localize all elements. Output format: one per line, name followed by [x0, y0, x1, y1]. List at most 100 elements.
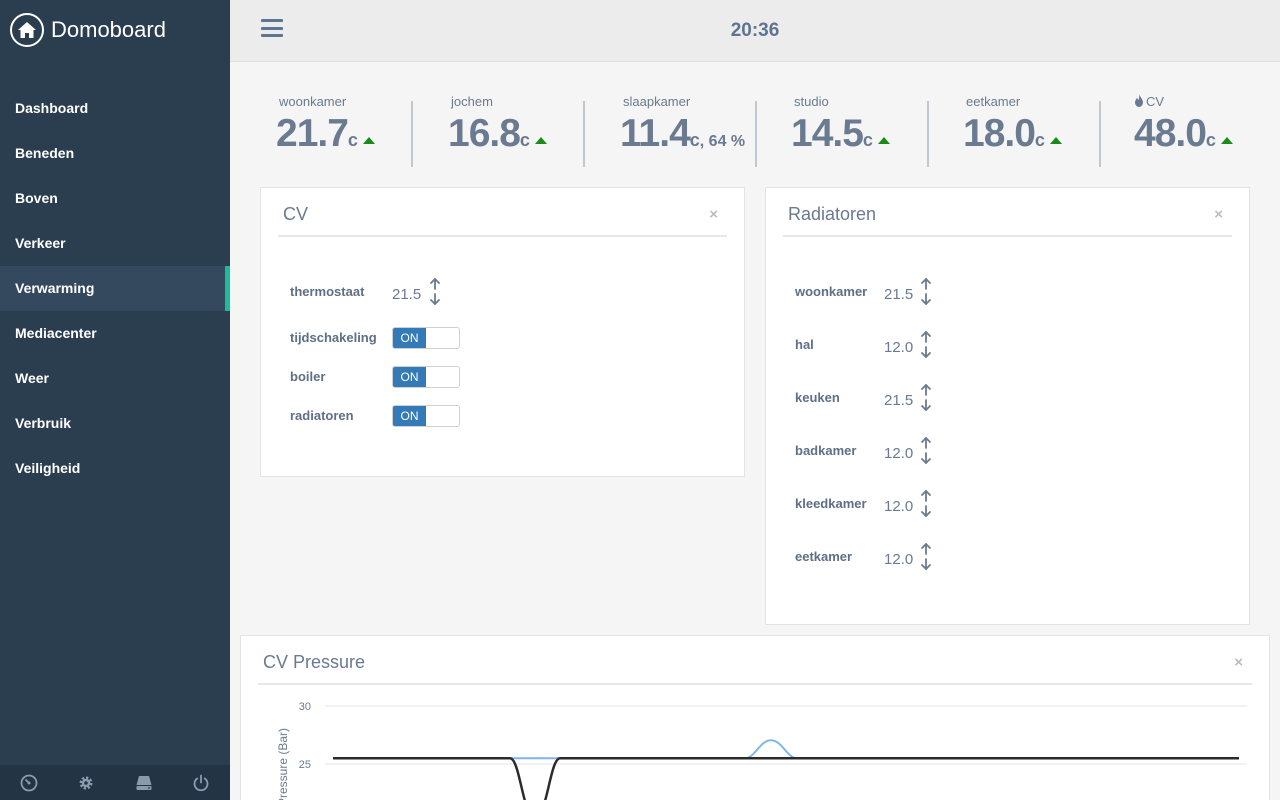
divider [755, 101, 757, 167]
divider [927, 101, 929, 167]
temp-name-wrap: CV [1134, 94, 1164, 109]
sidebar-item-verbruik[interactable]: Verbruik [0, 401, 230, 446]
sidebar: Domoboard Dashboard Beneden Boven Verkee… [0, 0, 230, 800]
toggle-boiler[interactable]: ON [392, 366, 460, 388]
drive-button[interactable] [115, 765, 173, 800]
radiator-stepper[interactable] [919, 489, 933, 519]
sidebar-item-label: Beneden [15, 145, 75, 161]
temp-value: 14.5 [791, 112, 864, 155]
close-icon[interactable]: × [1214, 206, 1223, 223]
sidebar-item-boven[interactable]: Boven [0, 176, 230, 221]
switch-label-tijdschakeling: tijdschakeling [290, 330, 377, 345]
arrow-up-icon [921, 542, 931, 555]
temp-unit: c [347, 130, 358, 150]
temp-unit: c [862, 130, 873, 150]
radiator-label: woonkamer [795, 284, 868, 299]
clock: 20:36 [730, 20, 780, 41]
temp-value: 48.0 [1134, 112, 1207, 155]
panel-title: CV Pressure [263, 652, 366, 672]
series-line-blue [333, 739, 1239, 760]
temp-unit: c [689, 130, 700, 150]
sidebar-item-label: Verbruik [15, 415, 72, 431]
temp-reading: 16.8c [448, 112, 547, 156]
thermostat-label: thermostaat [290, 284, 365, 299]
temp-widget-studio: studio 14.5c [791, 86, 963, 166]
radiator-label: keuken [795, 390, 840, 405]
divider [1099, 101, 1101, 167]
sidebar-item-label: Dashboard [15, 100, 89, 116]
arrow-up-icon [921, 277, 931, 290]
temp-widget-jochem: jochem 16.8c [448, 86, 620, 166]
radiator-value: 21.5 [884, 286, 914, 303]
flame-icon [1135, 94, 1143, 107]
toggle-radiatoren[interactable]: ON [392, 405, 460, 427]
sidebar-item-dashboard[interactable]: Dashboard [0, 86, 230, 131]
temp-name: woonkamer [279, 94, 347, 109]
arrow-down-icon [430, 293, 440, 306]
temp-reading: 14.5c [791, 112, 890, 156]
y-tick-label: 25 [299, 759, 311, 771]
radiator-value: 12.0 [884, 445, 914, 462]
sidebar-item-label: Veiligheid [15, 460, 81, 476]
trend-up-icon [1049, 137, 1062, 144]
switch-label-radiatoren: radiatoren [290, 408, 354, 423]
temp-value: 11.4 [620, 112, 691, 155]
gauge-button[interactable] [0, 765, 58, 800]
close-icon[interactable]: × [709, 206, 718, 223]
cv-pressure-panel: CV Pressure × Pressure (Bar) 30 25 [240, 635, 1270, 800]
switch-label-boiler: boiler [290, 369, 326, 384]
temp-name: eetkamer [966, 94, 1021, 109]
radiator-stepper[interactable] [919, 277, 933, 307]
temp-widget-eetkamer: eetkamer 18.0c [963, 86, 1135, 166]
toggle-tijdschakeling[interactable]: ON [392, 327, 460, 349]
radiatoren-panel: Radiatoren × woonkamer 21.5 hal 12.0 keuken 2… [765, 187, 1250, 625]
toggle-state: ON [393, 367, 426, 387]
trend-up-icon [362, 137, 375, 144]
radiator-stepper[interactable] [919, 542, 933, 572]
temp-reading: 18.0c [963, 112, 1062, 156]
sidebar-item-label: Verwarming [15, 280, 95, 296]
sidebar-item-label: Boven [15, 190, 58, 206]
brand[interactable]: Domoboard [10, 12, 166, 48]
thermostat-stepper[interactable] [428, 277, 442, 307]
power-icon [193, 774, 209, 791]
arrow-up-icon [921, 330, 931, 343]
temp-value: 21.7 [276, 112, 349, 155]
sidebar-item-veiligheid[interactable]: Veiligheid [0, 446, 230, 491]
power-button[interactable] [173, 765, 231, 800]
arrow-down-icon [921, 452, 931, 465]
humidity-value: , 64 % [699, 133, 746, 150]
toggle-state: ON [393, 406, 426, 426]
arrow-down-icon [921, 399, 931, 412]
radiator-label: hal [795, 337, 814, 352]
panel-title: CV [283, 204, 309, 224]
close-icon[interactable]: × [1234, 654, 1243, 671]
thermostat-value: 21.5 [392, 286, 422, 303]
sidebar-footer [0, 765, 230, 800]
temp-reading: 48.0c [1134, 112, 1233, 156]
home-icon [10, 13, 44, 47]
panel-divider [278, 235, 727, 237]
radiator-label: kleedkamer [795, 496, 867, 511]
radiator-stepper[interactable] [919, 330, 933, 360]
sidebar-item-beneden[interactable]: Beneden [0, 131, 230, 176]
radiator-stepper[interactable] [919, 436, 933, 466]
temp-widget-woonkamer: woonkamer 21.7c [276, 86, 448, 166]
arrow-down-icon [921, 293, 931, 306]
temperature-strip: woonkamer 21.7c jochem 16.8c slaapkamer … [230, 86, 1280, 171]
arrow-up-icon [921, 383, 931, 396]
sidebar-item-weer[interactable]: Weer [0, 356, 230, 401]
sidebar-item-mediacenter[interactable]: Mediacenter [0, 311, 230, 356]
y-axis-label: Pressure (Bar) [276, 728, 290, 800]
arrow-up-icon [430, 277, 440, 290]
sidebar-item-verkeer[interactable]: Verkeer [0, 221, 230, 266]
pressure-chart: Pressure (Bar) 30 25 [276, 701, 1247, 800]
radiator-value: 12.0 [884, 339, 914, 356]
radiator-label: badkamer [795, 443, 857, 458]
arrow-down-icon [921, 505, 931, 518]
temp-widget-slaapkamer: slaapkamer 11.4c, 64 % [620, 86, 792, 166]
settings-button[interactable] [58, 765, 116, 800]
radiator-stepper[interactable] [919, 383, 933, 413]
temp-name: studio [794, 94, 829, 109]
sidebar-item-verwarming[interactable]: Verwarming [0, 266, 230, 311]
